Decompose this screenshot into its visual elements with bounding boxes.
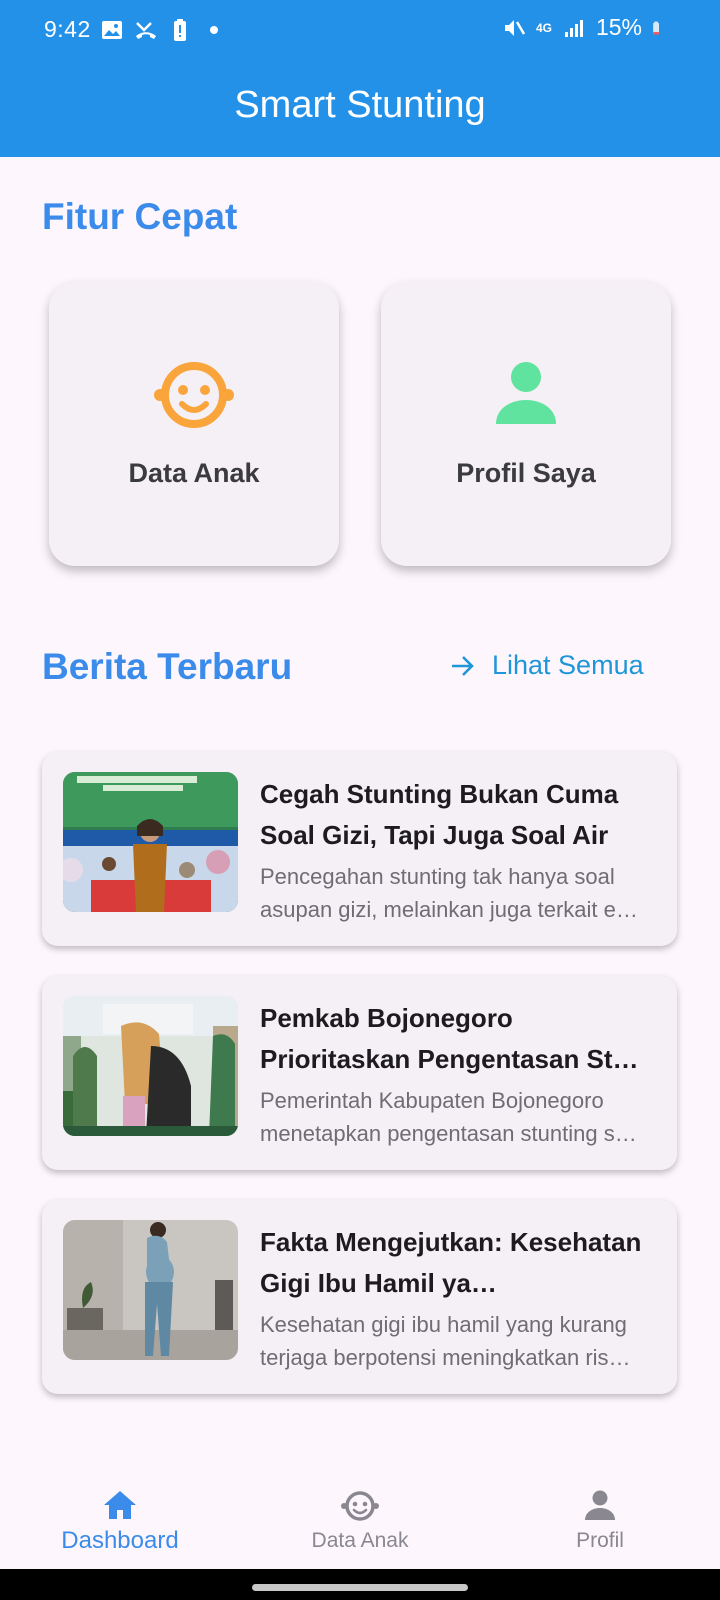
profil-saya-card[interactable]: Profil Saya <box>381 282 671 566</box>
data-anak-label: Data Anak <box>128 458 260 488</box>
quick-features-title: Fitur Cepat <box>42 196 238 237</box>
nav-item-data-anak[interactable]: Data Anak <box>240 1487 480 1553</box>
news-thumbnail <box>63 772 238 912</box>
nav-item-profil[interactable]: Profil <box>480 1487 720 1553</box>
news-thumbnail <box>63 996 238 1136</box>
news-title: Cegah Stunting Bukan Cuma Soal Gizi, Tap… <box>260 779 619 850</box>
news-section-title: Berita Terbaru <box>42 646 293 687</box>
network-type: 4G <box>535 20 552 35</box>
app-title: Smart Stunting <box>234 84 486 126</box>
battery-percent: 15% <box>595 14 642 40</box>
news-title: Fakta Mengejutkan: Kesehatan Gigi Ibu Ha… <box>260 1227 642 1298</box>
mute-icon <box>504 19 526 36</box>
news-summary: Pencegahan stunting tak hanya soal asupa… <box>260 864 638 922</box>
news-summary: Kesehatan gigi ibu hamil yang kurang ter… <box>260 1312 631 1370</box>
news-title: Pemkab Bojonegoro Prioritaskan Pengentas… <box>260 1003 639 1074</box>
news-summary: Pemerintah Kabupaten Bojonegoro menetapk… <box>260 1088 637 1146</box>
nav-item-dashboard[interactable]: Dashboard <box>0 1487 240 1555</box>
nav-label-profil: Profil <box>576 1529 624 1552</box>
home-gesture-handle[interactable] <box>252 1584 468 1591</box>
data-anak-card[interactable]: Data Anak <box>49 282 339 566</box>
status-time: 9:42 <box>44 16 91 42</box>
status-icons-right: 4G 15% <box>502 14 666 41</box>
baby-face-icon <box>341 1491 379 1521</box>
profil-saya-label: Profil Saya <box>456 458 596 488</box>
bottom-navigation: Dashboard Data Anak Profil <box>0 1467 720 1569</box>
signal-icon <box>564 19 583 37</box>
battery-icon <box>653 21 659 34</box>
notification-dot-icon <box>210 26 218 34</box>
baby-face-icon <box>154 362 234 428</box>
nav-label-data-anak: Data Anak <box>311 1529 409 1552</box>
missed-call-icon <box>136 22 156 39</box>
person-icon <box>496 362 556 424</box>
app-bar: 9:42 4G 15% Smart Stunting <box>0 0 720 157</box>
see-all-label: Lihat Semua <box>492 650 644 680</box>
nav-label-dashboard: Dashboard <box>61 1527 179 1554</box>
home-icon <box>104 1491 136 1519</box>
arrow-right-icon <box>452 655 474 676</box>
battery-alert-icon <box>174 19 186 41</box>
person-icon <box>585 1490 615 1520</box>
gallery-icon <box>102 21 122 39</box>
news-card[interactable]: Fakta Mengejutkan: Kesehatan Gigi Ibu Ha… <box>42 1200 677 1394</box>
news-card[interactable]: Pemkab Bojonegoro Prioritaskan Pengentas… <box>42 976 677 1170</box>
news-thumbnail <box>63 1220 238 1360</box>
status-icons-left <box>100 18 226 42</box>
news-card[interactable]: Cegah Stunting Bukan Cuma Soal Gizi, Tap… <box>42 752 677 946</box>
see-all-link[interactable]: Lihat Semua <box>450 650 644 681</box>
